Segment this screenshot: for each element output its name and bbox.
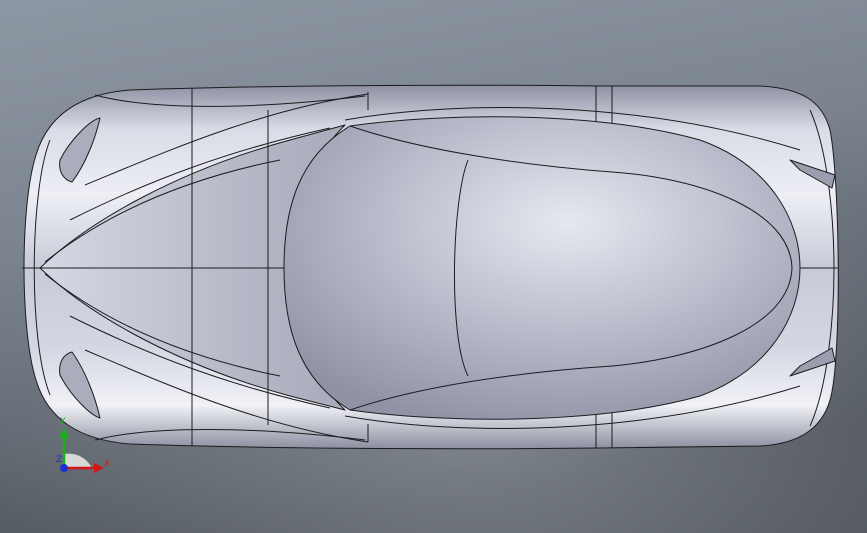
car-model-canvas[interactable]: Y X Z	[0, 0, 867, 533]
3d-model-viewport[interactable]: Y X Z	[0, 0, 867, 533]
car-body[interactable]	[22, 84, 839, 450]
x-axis-label: X	[104, 459, 110, 469]
z-axis-point	[60, 464, 68, 472]
y-axis-label: Y	[59, 417, 66, 427]
canopy	[283, 116, 801, 420]
z-axis-label: Z	[56, 455, 62, 465]
